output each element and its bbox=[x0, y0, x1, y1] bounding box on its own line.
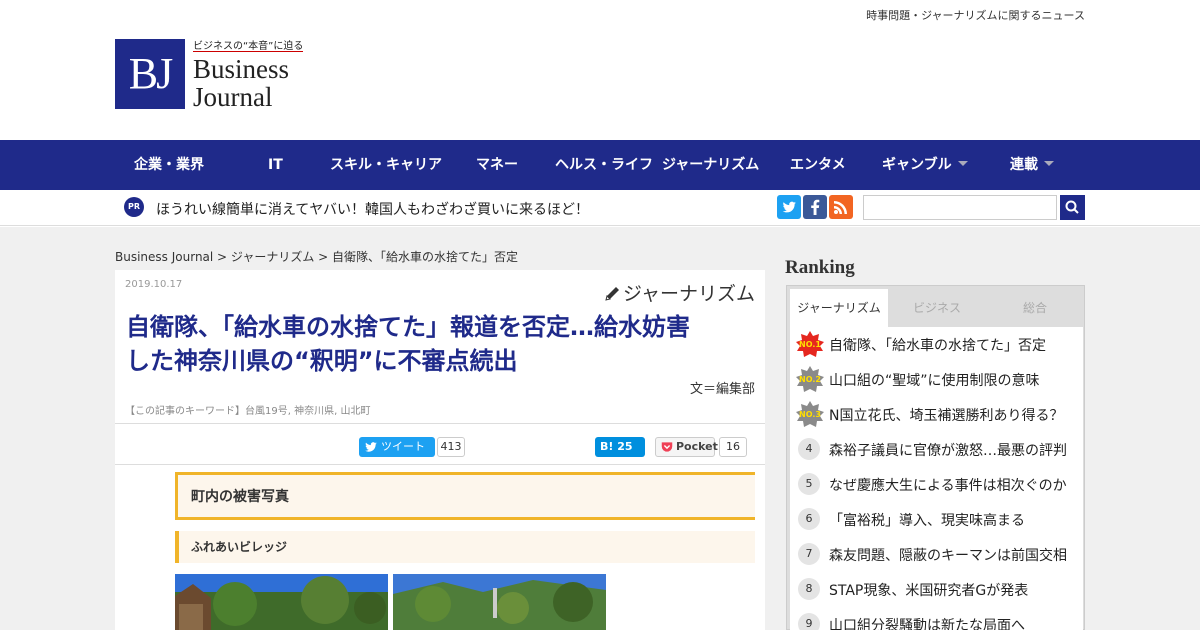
share-bar: ツイート 413 B! 25 Pocket 16 bbox=[115, 423, 765, 465]
title-line-1: 自衛隊、「給水車の水捨てた」報道を否定…給水妨害 bbox=[126, 313, 690, 341]
article-title: 自衛隊、「給水車の水捨てた」報道を否定…給水妨害 した神奈川県の“釈明”に不審点… bbox=[126, 310, 756, 378]
damage-photo[interactable] bbox=[175, 574, 388, 630]
nav-item-journalism[interactable]: ジャーナリズム bbox=[662, 140, 759, 190]
ranking-item-text: 自衛隊、「給水車の水捨てた」否定 bbox=[829, 338, 1046, 354]
ranking-panel: ジャーナリズム ビジネス 総合 NO.1 自衛隊、「給水車の水捨てた」否定 NO… bbox=[786, 285, 1085, 630]
category-label: ジャーナリズム bbox=[622, 283, 755, 305]
rank-badge-bronze: NO.3 bbox=[796, 401, 824, 427]
nav-item-series[interactable]: 連載 bbox=[1010, 140, 1054, 190]
ranking-title: Ranking bbox=[785, 257, 855, 278]
site-tagline: 時事問題・ジャーナリズムに関するニュース bbox=[866, 9, 1085, 22]
rank-badge-label: NO.3 bbox=[799, 410, 821, 419]
nav-item-health-life[interactable]: ヘルス・ライフ bbox=[555, 140, 653, 190]
nav-label: マネー bbox=[476, 157, 518, 173]
ranking-item-2[interactable]: NO.2 山口組の“聖域”に使用制限の意味 bbox=[790, 362, 1083, 397]
rank-badge-label: NO.1 bbox=[799, 340, 821, 349]
tab-business[interactable]: ビジネス bbox=[888, 289, 986, 327]
rank-badge-label: NO.2 bbox=[799, 375, 821, 384]
logo-divider bbox=[193, 51, 303, 52]
nav-label: ギャンブル bbox=[882, 157, 952, 173]
ranking-item-4[interactable]: 4 森裕子議員に官僚が激怒…最悪の評判 bbox=[790, 432, 1083, 467]
ranking-item-text: 森友問題、隠蔽のキーマンは前国交相 bbox=[829, 548, 1067, 564]
rank-number: 6 bbox=[798, 508, 820, 530]
tab-journalism[interactable]: ジャーナリズム bbox=[790, 289, 888, 327]
facebook-icon[interactable] bbox=[803, 195, 827, 219]
article-keywords[interactable]: 【この記事のキーワード】台風19号, 神奈川県, 山北町 bbox=[125, 402, 370, 417]
ranking-item-9[interactable]: 9 山口組分裂騒動は新たな局面へ bbox=[790, 607, 1083, 630]
nav-label: IT bbox=[268, 157, 283, 173]
nav-item-industry[interactable]: 企業・業界 bbox=[134, 140, 204, 190]
nav-label: 企業・業界 bbox=[134, 157, 204, 173]
pocket-count: 16 bbox=[719, 437, 747, 457]
ranking-list: NO.1 自衛隊、「給水車の水捨てた」否定 NO.2 山口組の“聖域”に使用制限… bbox=[790, 327, 1083, 630]
tweet-button[interactable]: ツイート bbox=[359, 437, 435, 457]
pocket-label: Pocket bbox=[676, 440, 718, 453]
twitter-icon bbox=[365, 442, 377, 452]
section-heading: 町内の被害写真 bbox=[175, 472, 755, 520]
nav-item-money[interactable]: マネー bbox=[476, 140, 518, 190]
rank-number: 9 bbox=[798, 613, 820, 630]
search-button[interactable] bbox=[1060, 195, 1085, 220]
pocket-icon bbox=[661, 442, 673, 452]
logo-name: Business Journal bbox=[193, 55, 289, 111]
nav-label: ヘルス・ライフ bbox=[555, 157, 653, 173]
main-nav: 企業・業界 IT スキル・キャリア マネー ヘルス・ライフ ジャーナリズム エン… bbox=[0, 140, 1200, 190]
ranking-item-text: 山口組分裂騒動は新たな局面へ bbox=[829, 618, 1025, 630]
ranking-item-5[interactable]: 5 なぜ慶應大生による事件は相次ぐのか bbox=[790, 467, 1083, 502]
chevron-down-icon bbox=[957, 161, 968, 166]
search-icon bbox=[1065, 200, 1079, 214]
ranking-item-text: 山口組の“聖域”に使用制限の意味 bbox=[829, 373, 1040, 389]
ranking-item-6[interactable]: 6 「富裕税」導入、現実味高まる bbox=[790, 502, 1083, 537]
ranking-item-text: N国立花氏、埼玉補選勝利あり得る？ bbox=[829, 408, 1064, 424]
ranking-item-text: STAP現象、米国研究者Gが発表 bbox=[829, 583, 1029, 599]
title-line-2: した神奈川県の“釈明”に不審点続出 bbox=[126, 347, 518, 375]
nav-label: ジャーナリズム bbox=[662, 157, 760, 173]
rank-number: 8 bbox=[798, 578, 820, 600]
pr-badge: PR bbox=[124, 197, 144, 217]
nav-label: スキル・キャリア bbox=[330, 157, 442, 173]
ranking-item-8[interactable]: 8 STAP現象、米国研究者Gが発表 bbox=[790, 572, 1083, 607]
pencil-icon bbox=[605, 287, 619, 301]
article-category[interactable]: ジャーナリズム bbox=[603, 279, 755, 306]
logo-name-line-2: Journal bbox=[193, 82, 273, 112]
tweet-label: ツイート bbox=[381, 440, 425, 453]
article-author: 文＝編集部 bbox=[689, 382, 755, 397]
article-date: 2019.10.17 bbox=[125, 279, 183, 290]
twitter-icon[interactable] bbox=[777, 195, 801, 219]
rank-badge-gold: NO.1 bbox=[796, 331, 824, 357]
breadcrumb[interactable]: Business Journal > ジャーナリズム > 自衛隊、「給水車の水捨… bbox=[115, 248, 518, 265]
tab-overall[interactable]: 総合 bbox=[986, 289, 1084, 327]
nav-label: エンタメ bbox=[790, 157, 846, 173]
article: 2019.10.17 ジャーナリズム 自衛隊、「給水車の水捨てた」報道を否定…給… bbox=[115, 270, 765, 630]
tweet-count: 413 bbox=[437, 437, 465, 457]
sub-heading: ふれあいビレッジ bbox=[175, 531, 755, 563]
ranking-item-1[interactable]: NO.1 自衛隊、「給水車の水捨てた」否定 bbox=[790, 327, 1083, 362]
nav-label: 連載 bbox=[1010, 157, 1038, 173]
pr-link[interactable]: ほうれい線簡単に消えてヤバい！韓国人もわざわざ買いに来るほど！ bbox=[156, 199, 589, 219]
nav-item-skill-career[interactable]: スキル・キャリア bbox=[330, 140, 442, 190]
logo-tagline: ビジネスの“本音”に迫る bbox=[193, 41, 304, 52]
damage-photo[interactable] bbox=[393, 574, 606, 630]
search-input[interactable] bbox=[863, 195, 1057, 220]
nav-item-it[interactable]: IT bbox=[268, 140, 283, 190]
ranking-item-3[interactable]: NO.3 N国立花氏、埼玉補選勝利あり得る？ bbox=[790, 397, 1083, 432]
nav-item-entame[interactable]: エンタメ bbox=[790, 140, 846, 190]
ranking-item-text: 森裕子議員に官僚が激怒…最悪の評判 bbox=[829, 443, 1067, 459]
hatena-bookmark-button[interactable]: B! 25 bbox=[595, 437, 645, 457]
ranking-item-text: 「富裕税」導入、現実味高まる bbox=[829, 513, 1025, 529]
ranking-item-text: なぜ慶應大生による事件は相次ぐのか bbox=[829, 478, 1067, 494]
logo-mark: BJ bbox=[115, 39, 185, 109]
site-logo[interactable]: BJ ビジネスの“本音”に迫る Business Journal bbox=[115, 37, 305, 117]
logo-name-line-1: Business bbox=[193, 54, 290, 84]
rank-number: 7 bbox=[798, 543, 820, 565]
ranking-item-7[interactable]: 7 森友問題、隠蔽のキーマンは前国交相 bbox=[790, 537, 1083, 572]
rank-number: 4 bbox=[798, 438, 820, 460]
pocket-button[interactable]: Pocket bbox=[655, 437, 718, 457]
rss-icon[interactable] bbox=[829, 195, 853, 219]
rank-number: 5 bbox=[798, 473, 820, 495]
nav-item-gamble[interactable]: ギャンブル bbox=[882, 140, 968, 190]
rank-badge-silver: NO.2 bbox=[796, 366, 824, 392]
site-header: 時事問題・ジャーナリズムに関するニュース BJ ビジネスの“本音”に迫る Bus… bbox=[0, 0, 1200, 140]
chevron-down-icon bbox=[1044, 161, 1054, 166]
